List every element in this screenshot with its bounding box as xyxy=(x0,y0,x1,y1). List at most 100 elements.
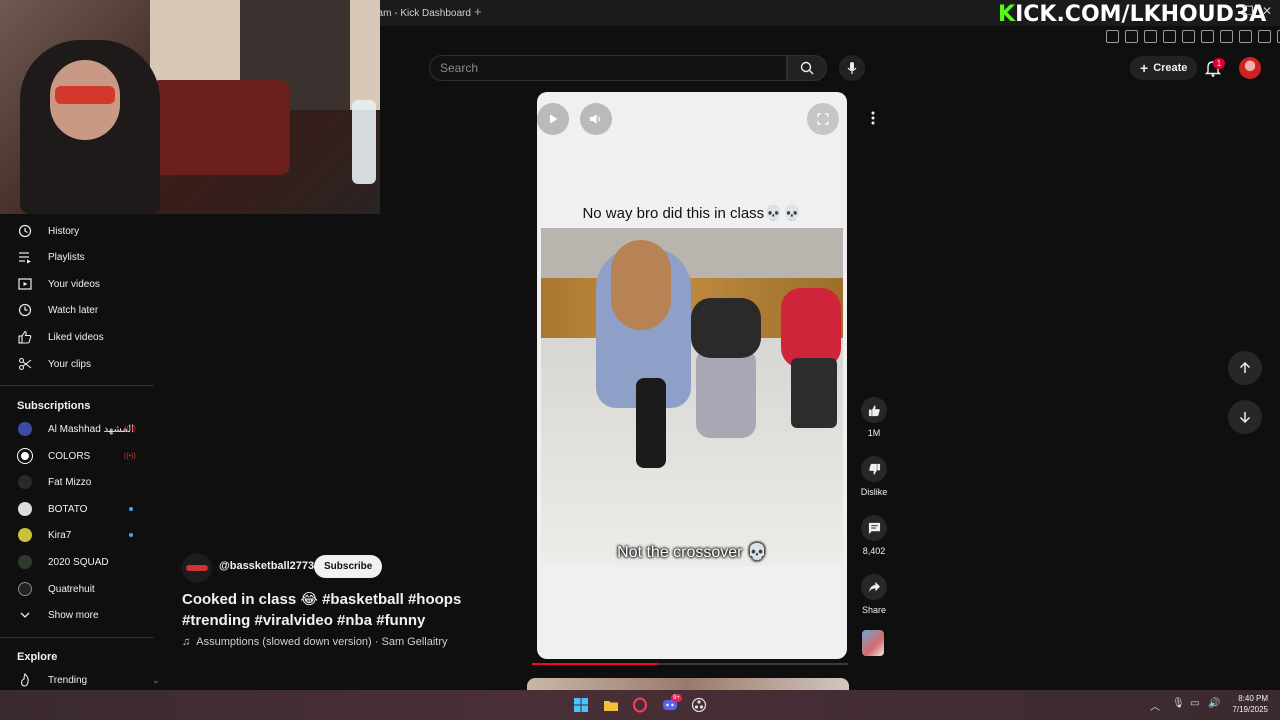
sidebar-item-label: History xyxy=(48,225,80,237)
extension-icon[interactable] xyxy=(1220,30,1233,43)
video-progress-bar[interactable] xyxy=(532,663,848,665)
explore-heading: Explore xyxy=(17,651,58,663)
sidebar-item-history[interactable]: History xyxy=(0,218,160,244)
like-count: 1M xyxy=(867,428,881,438)
dislike-button[interactable]: Dislike xyxy=(852,456,896,497)
live-indicator-icon: ((•)) xyxy=(124,452,136,460)
channel-avatar xyxy=(17,581,33,597)
opera-gx-icon[interactable] xyxy=(632,697,648,713)
browser-tab[interactable]: eam - Kick Dashboard xyxy=(372,3,471,23)
more-vert-icon xyxy=(871,111,875,125)
screen: eam - Kick Dashboard + KICK.COM/LKHOUD3A… xyxy=(0,0,1280,720)
share-button[interactable]: Share xyxy=(852,574,896,615)
tray-volume-icon[interactable]: 🔊 xyxy=(1208,698,1220,709)
video-frame[interactable] xyxy=(541,228,843,566)
sidebar-item-playlists[interactable]: Playlists xyxy=(0,244,160,270)
browser-toolbar xyxy=(1106,30,1280,43)
file-explorer-icon[interactable] xyxy=(603,697,619,713)
sidebar-item-your-clips[interactable]: Your clips xyxy=(0,351,160,377)
clip-boy xyxy=(691,298,761,358)
heart-icon[interactable] xyxy=(1201,30,1214,43)
account-avatar[interactable] xyxy=(1239,57,1261,79)
voice-search-button[interactable] xyxy=(839,55,865,81)
sidebar-subscription-label: COLORS xyxy=(48,450,91,462)
sidebar-item-watch-later[interactable]: Watch later xyxy=(0,297,160,323)
sidebar-divider xyxy=(0,637,154,638)
sidebar-subscription-label: BOTATO xyxy=(48,503,88,515)
clock-date: 7/19/2025 xyxy=(1232,705,1268,714)
sidebar-subscription[interactable]: Kira7 xyxy=(0,522,160,548)
show-more-label: Show more xyxy=(48,609,99,621)
restore-window-icon[interactable]: ❐ xyxy=(1243,4,1254,18)
webcam-sofa xyxy=(150,80,290,175)
clip-hair xyxy=(611,240,671,330)
create-button[interactable]: + Create xyxy=(1130,56,1198,80)
clip-student-red xyxy=(781,288,841,368)
kick-channel-watermark: KICK.COM/LKHOUD3A xyxy=(998,2,1266,27)
shield-icon[interactable] xyxy=(1144,30,1157,43)
your-videos-icon xyxy=(17,276,33,292)
watermark-text: ICK.COM/LKHOUD3A xyxy=(1015,2,1267,27)
channel-avatar[interactable] xyxy=(182,553,212,583)
taskbar-clock[interactable]: 8:40 PM 7/19/2025 xyxy=(1228,693,1268,715)
notification-count-badge: 1 xyxy=(1213,58,1225,69)
sidebar-subscription[interactable]: COLORS ((•)) xyxy=(0,443,160,469)
sidebar-item-label: Trending xyxy=(48,674,88,686)
comments-button[interactable]: 8,402 xyxy=(852,515,896,556)
sidebar-item-your-videos[interactable]: Your videos xyxy=(0,271,160,297)
search-box xyxy=(429,55,787,81)
sidebar-subscription-label: Fat Mizzo xyxy=(48,476,92,488)
tray-network-icon[interactable]: ▭ xyxy=(1190,698,1199,709)
channel-avatar xyxy=(17,527,33,543)
thumbs-up-icon xyxy=(17,329,33,345)
bookmark-icon[interactable] xyxy=(1106,30,1119,43)
play-icon[interactable] xyxy=(1182,30,1195,43)
clip-legs xyxy=(636,378,666,468)
search-button[interactable] xyxy=(787,55,827,81)
chevron-down-icon xyxy=(17,607,33,623)
clock-time: 8:40 PM xyxy=(1238,694,1268,703)
screenshot-icon[interactable] xyxy=(1125,30,1138,43)
volume-button[interactable] xyxy=(580,103,612,135)
video-music[interactable]: ♫ Assumptions (slowed down version) · Sa… xyxy=(182,636,448,648)
tray-chevron-up-icon[interactable]: ︿ xyxy=(1150,698,1160,713)
sidebar-item-label: Playlists xyxy=(48,251,85,263)
more-options-button[interactable] xyxy=(860,105,886,131)
dislike-label: Dislike xyxy=(860,487,888,497)
channel-avatar xyxy=(17,421,33,437)
play-button[interactable] xyxy=(537,103,569,135)
windows-start-icon[interactable] xyxy=(573,697,589,713)
profile-icon[interactable] xyxy=(1239,30,1252,43)
close-window-icon[interactable]: ✕ xyxy=(1262,4,1272,18)
tray-microphone-icon[interactable]: 🎙 xyxy=(1172,698,1185,709)
new-tab-icon[interactable]: + xyxy=(474,5,482,19)
webcam-bottle xyxy=(352,100,376,184)
previous-short-button[interactable] xyxy=(1228,351,1262,385)
sidebar-item-liked-videos[interactable]: Liked videos xyxy=(0,324,160,350)
next-short-button[interactable] xyxy=(1228,400,1262,434)
fullscreen-button[interactable] xyxy=(807,103,839,135)
music-note-icon: ♫ xyxy=(182,636,191,648)
sidebar-subscription[interactable]: 2020 SQUAD xyxy=(0,549,160,575)
fullscreen-icon xyxy=(817,113,829,125)
sidebar-show-more[interactable]: Show more xyxy=(0,602,160,628)
search-input[interactable] xyxy=(430,56,786,80)
sidebar-subscription[interactable]: Fat Mizzo xyxy=(0,469,160,495)
create-label: Create xyxy=(1153,62,1188,74)
sidebar-subscription[interactable]: BOTATO xyxy=(0,496,160,522)
music-icon[interactable] xyxy=(1163,30,1176,43)
scroll-down-icon[interactable]: ⌄ xyxy=(152,675,160,686)
subscribe-button[interactable]: Subscribe xyxy=(314,555,383,578)
sidebar-subscription[interactable]: Al Mashhad المشهد ((•)) xyxy=(0,416,160,442)
remix-sound-thumbnail[interactable] xyxy=(862,630,884,656)
channel-name[interactable]: @bassketball2773 xyxy=(219,560,314,572)
sidebar-subscription[interactable]: Quatrehuit xyxy=(0,576,160,602)
play-icon xyxy=(550,114,558,124)
video-caption-bottom: Not the crossover 💀 xyxy=(617,544,767,561)
obs-icon[interactable] xyxy=(691,697,707,713)
sidebar-divider xyxy=(0,385,154,386)
subscriptions-heading: Subscriptions xyxy=(17,400,91,412)
video-title[interactable]: Cooked in class 😂 #basketball #hoops #tr… xyxy=(182,589,502,631)
like-button[interactable]: 1M xyxy=(852,397,896,438)
download-icon[interactable] xyxy=(1258,30,1271,43)
